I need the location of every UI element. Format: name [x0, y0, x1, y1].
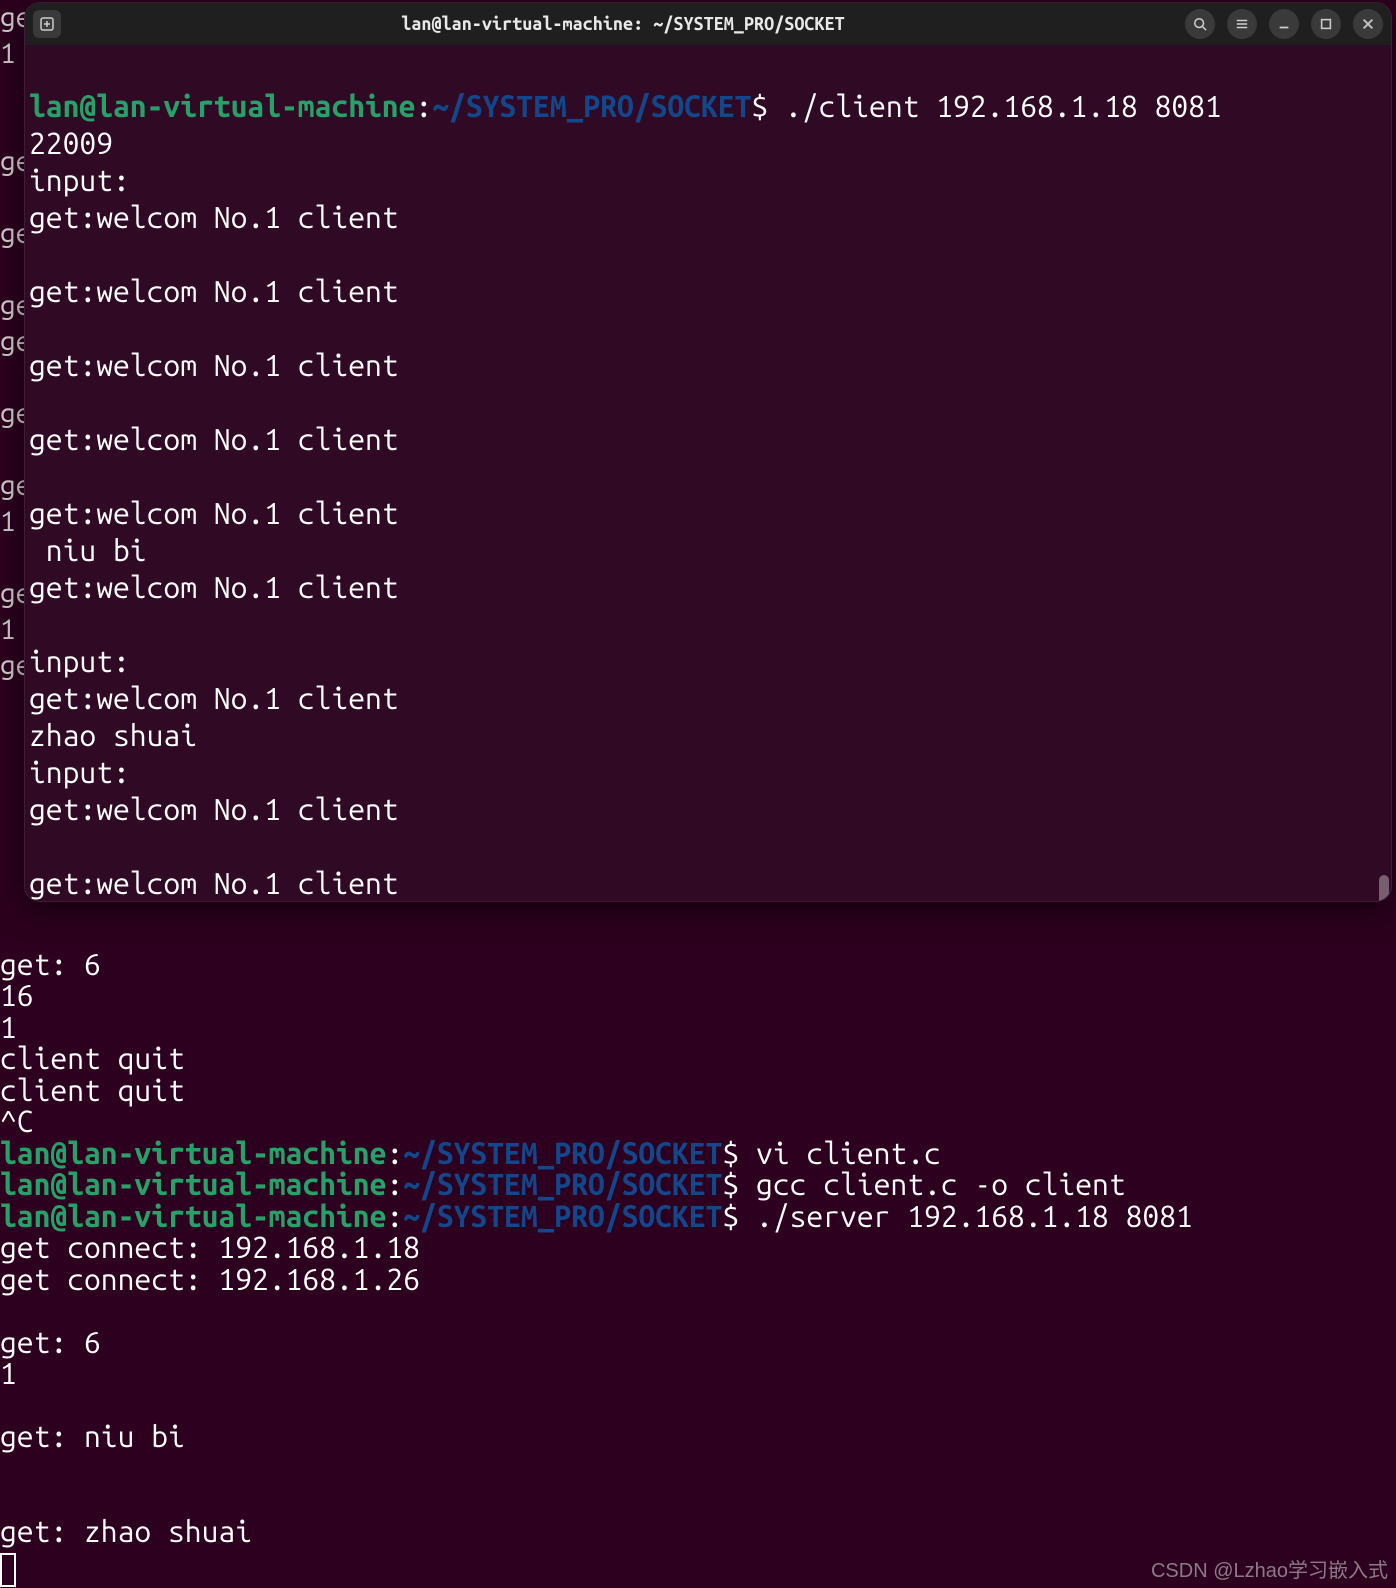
background-terminal-body[interactable]: get: 6 16 1 client quit client quit ^C l… — [0, 917, 1396, 1547]
prompt-path: ~/SYSTEM_PRO/SOCKET — [432, 89, 751, 123]
command-text: ./client 192.168.1.18 8081 — [785, 89, 1222, 123]
prompt-user: lan@lan-virtual-machine — [29, 89, 415, 123]
terminal-window: lan@lan-virtual-machine: ~/SYSTEM_PRO/SO… — [24, 2, 1392, 902]
terminal-cursor — [0, 1553, 16, 1587]
hamburger-icon — [1235, 17, 1249, 31]
output-line: zhao shuai — [29, 718, 197, 752]
new-tab-button[interactable] — [33, 10, 61, 38]
output-line: get:welcom No.1 client — [29, 792, 399, 826]
output-line: get:welcom No.1 client — [29, 681, 399, 715]
output-line: 22009 — [29, 126, 113, 160]
output-line: get: 6 — [0, 947, 101, 981]
output-line: get:welcom No.1 client — [29, 570, 399, 604]
search-button[interactable] — [1185, 9, 1215, 39]
output-line: client quit — [0, 1073, 185, 1107]
output-line: input: — [29, 755, 130, 789]
menu-button[interactable] — [1227, 9, 1257, 39]
output-line: get connect: 192.168.1.26 — [0, 1262, 420, 1296]
scrollbar-thumb[interactable] — [1379, 875, 1389, 902]
close-button[interactable] — [1353, 9, 1383, 39]
output-line: input: — [29, 163, 130, 197]
prompt-path: ~/SYSTEM_PRO/SOCKET — [403, 1136, 722, 1170]
output-line: get:welcom No.1 client — [29, 200, 399, 234]
search-icon — [1193, 17, 1207, 31]
output-line: get:welcom No.1 client — [29, 274, 399, 308]
prompt-path: ~/SYSTEM_PRO/SOCKET — [403, 1167, 722, 1201]
output-line: get:welcom No.1 client — [29, 866, 399, 900]
output-line: get:welcom No.1 client — [29, 348, 399, 382]
output-line: get: 6 — [0, 1325, 101, 1359]
prompt-path: ~/SYSTEM_PRO/SOCKET — [403, 1199, 722, 1233]
output-line: 1 — [0, 1010, 17, 1044]
window-title: lan@lan-virtual-machine: ~/SYSTEM_PRO/SO… — [61, 13, 1185, 36]
output-line: get:welcom No.1 client — [29, 496, 399, 530]
prompt-user: lan@lan-virtual-machine — [0, 1199, 386, 1233]
command-text: gcc client.c -o client — [756, 1167, 1126, 1201]
output-line: 16 — [0, 978, 34, 1012]
output-line: get: niu bi — [0, 1419, 185, 1453]
output-line: 1 — [0, 1356, 17, 1390]
minimize-button[interactable] — [1269, 9, 1299, 39]
maximize-icon — [1319, 17, 1333, 31]
new-tab-icon — [39, 16, 55, 32]
output-line: get: zhao shuai — [0, 1514, 252, 1548]
prompt-user: lan@lan-virtual-machine — [0, 1136, 386, 1170]
titlebar[interactable]: lan@lan-virtual-machine: ~/SYSTEM_PRO/SO… — [25, 3, 1391, 45]
output-line: niu bi — [29, 533, 147, 567]
output-line: get connect: 192.168.1.18 — [0, 1230, 420, 1264]
output-line: get:welcom No.1 client — [29, 422, 399, 456]
command-text: vi client.c — [756, 1136, 941, 1170]
close-icon — [1361, 17, 1375, 31]
prompt-user: lan@lan-virtual-machine — [0, 1167, 386, 1201]
output-line: client quit — [0, 1041, 185, 1075]
command-text: ./server 192.168.1.18 8081 — [756, 1199, 1193, 1233]
terminal-body[interactable]: lan@lan-virtual-machine:~/SYSTEM_PRO/SOC… — [25, 45, 1391, 901]
maximize-button[interactable] — [1311, 9, 1341, 39]
output-line: input: — [29, 644, 130, 678]
watermark: CSDN @Lzhao学习嵌入式 — [1151, 1559, 1388, 1584]
output-line: ^C — [0, 1104, 34, 1138]
minimize-icon — [1277, 17, 1291, 31]
